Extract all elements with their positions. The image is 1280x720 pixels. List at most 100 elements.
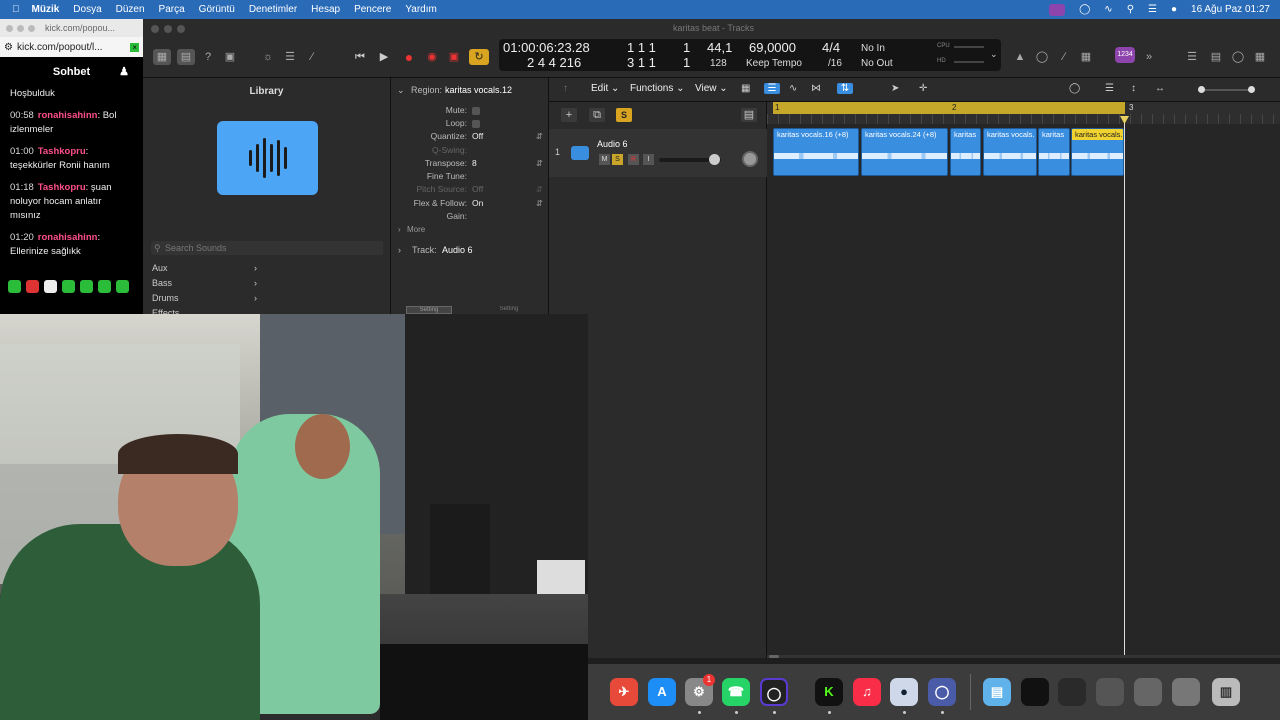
clock[interactable]: 16 Ağu Paz 01:27 [1191,4,1270,15]
emote-icon[interactable] [26,280,39,293]
loop-browser-icon[interactable]: ◯ [1229,49,1247,65]
window-thumbnail-icon[interactable] [1021,678,1049,706]
chevron-right-icon[interactable]: › [398,224,401,236]
emote-icon[interactable] [44,280,57,293]
cycle-icon[interactable]: ↻ [469,49,489,65]
url-text[interactable]: kick.com/popout/l... [17,42,103,53]
site-settings-icon[interactable]: ⚙ [4,42,13,53]
snap-icon[interactable]: ◯ [1069,83,1080,94]
whatsapp-icon[interactable]: ☎ [722,678,750,706]
horizontal-zoom-icon[interactable]: ↔ [1155,83,1165,94]
catch-icon[interactable]: ⇅ [837,83,853,94]
emote-icon[interactable] [98,280,111,293]
search-icon[interactable]: ⚲ [1127,4,1134,15]
cycle-region[interactable] [773,102,1125,114]
smart-controls-icon[interactable]: ☼ [259,49,277,65]
back-arrow-icon[interactable]: ↑ [563,83,568,94]
list-icon[interactable]: ☰ [1183,49,1201,65]
siri-icon[interactable]: ● [1171,4,1177,15]
emote-icon[interactable] [8,280,21,293]
inspector-row-mute[interactable]: Mute: [391,104,549,116]
menu-app[interactable]: Müzik [32,4,60,15]
inspector-row-finetune[interactable]: Fine Tune: [391,170,549,182]
mute-checkbox[interactable] [472,106,480,115]
close-window-icon[interactable] [6,24,13,32]
setting-button[interactable]: Setting [406,306,452,314]
add-track-icon[interactable]: + [561,108,577,122]
zoom-slider-handle[interactable] [1198,86,1205,93]
emote-icon[interactable] [80,280,93,293]
window-thumbnail-icon[interactable] [1058,678,1086,706]
tuner-icon[interactable]: ∕ [1055,49,1073,65]
library-category-bass[interactable]: Bass › [152,278,257,288]
message-user[interactable]: Tashkopru [38,182,86,193]
chevron-down-icon[interactable]: ⌄ [397,84,405,96]
inspector-row-quantize[interactable]: Quantize: Off ⇵ [391,130,549,142]
emote-icon[interactable] [62,280,75,293]
chevron-right-icon[interactable]: › [398,244,401,256]
zoom-window-icon[interactable] [177,25,185,33]
wifi-icon[interactable]: ∿ [1104,4,1112,15]
setting-button[interactable]: Setting [486,306,532,314]
music-icon[interactable]: ♫ [853,678,881,706]
inspector-row-loop[interactable]: Loop: [391,117,549,129]
browser-tab[interactable]: kick.com/popou... [45,23,115,33]
more-icon[interactable]: » [1140,49,1158,65]
menu-dosya[interactable]: Dosya [73,4,101,15]
volume-handle[interactable] [709,154,720,165]
library-search-input[interactable]: ⚲ Search Sounds [151,241,383,255]
quick-help-icon[interactable]: ? [199,49,217,65]
audio-region[interactable]: karitas [950,128,981,176]
track-section-header[interactable]: › Track: Audio 6 [391,244,549,256]
region-header[interactable]: ⌄ Region: karitas vocals.12 [391,84,549,96]
status-app-icon[interactable] [1049,3,1066,16]
library-toggle-icon[interactable]: ▦ [153,49,171,65]
loop-checkbox[interactable] [472,119,480,128]
rewind-icon[interactable]: ⏮ [351,49,369,65]
duplicate-track-icon[interactable]: ⧉ [589,108,605,122]
obs-icon[interactable]: ◯ [760,678,788,706]
zoom-slider[interactable] [1199,89,1249,91]
app-store-icon[interactable]: A [648,678,676,706]
replace-record-icon[interactable]: ◉ [423,49,441,65]
arrange-area[interactable]: 1 2 3 karitas vocals.16 (+8) karitas voc… [767,102,1280,658]
record-enable-button[interactable]: R [628,154,639,165]
menu-duzen[interactable]: Düzen [116,4,145,15]
logic-pro-icon[interactable]: ● [890,678,918,706]
pointer-tool-icon[interactable]: ➤ [891,83,899,94]
menu-yardim[interactable]: Yardım [405,4,437,15]
message-user[interactable]: ronahisahinn [38,232,98,243]
audio-region[interactable]: karitas [1038,128,1070,176]
kick-extension-icon[interactable]: × [130,42,139,52]
horizontal-scrollbar[interactable] [767,655,1280,658]
mixer-icon[interactable]: ☰ [281,49,299,65]
safari-icon[interactable]: ◯ [928,678,956,706]
automation-icon[interactable]: ∿ [789,83,797,94]
zoom-window-icon[interactable] [28,24,35,32]
pencil-tool-icon[interactable]: ✛ [919,83,927,94]
menu-hesap[interactable]: Hesap [311,4,340,15]
library-category-drums[interactable]: Drums › [152,293,257,303]
close-window-icon[interactable] [151,25,159,33]
audio-region[interactable]: karitas vocals. [983,128,1037,176]
waveform-zoom-icon[interactable]: ☰ [1105,83,1114,94]
notepad-icon[interactable]: ▤ [1207,49,1225,65]
apple-icon[interactable]:  [12,4,20,15]
inspector-row-transpose[interactable]: Transpose: 8 ⇵ [391,157,549,169]
window-thumbnail-icon[interactable] [1172,678,1200,706]
minimize-window-icon[interactable] [17,24,24,32]
track-options-icon[interactable]: ▤ [741,108,757,122]
record-icon[interactable]: ● [400,49,418,65]
inspector-toggle-icon[interactable]: ▤ [177,49,195,65]
region-name[interactable]: karitas vocals.12 [445,84,512,96]
grid-view-icon[interactable]: ▦ [741,83,750,94]
edit-menu[interactable]: Edit ⌄ [591,83,619,94]
track-header[interactable]: 1 Audio 6 M S R I [549,129,767,177]
vertical-zoom-icon[interactable]: ↕ [1131,83,1136,94]
lcd-dropdown-icon[interactable]: ⌄ [990,49,998,60]
solo-button[interactable]: S [612,154,623,165]
metronome-icon[interactable]: ▲ [1011,49,1029,65]
scrollbar-thumb[interactable] [769,655,779,658]
browser-icon[interactable]: ▦ [1251,49,1269,65]
library-category-aux[interactable]: Aux › [152,263,257,273]
